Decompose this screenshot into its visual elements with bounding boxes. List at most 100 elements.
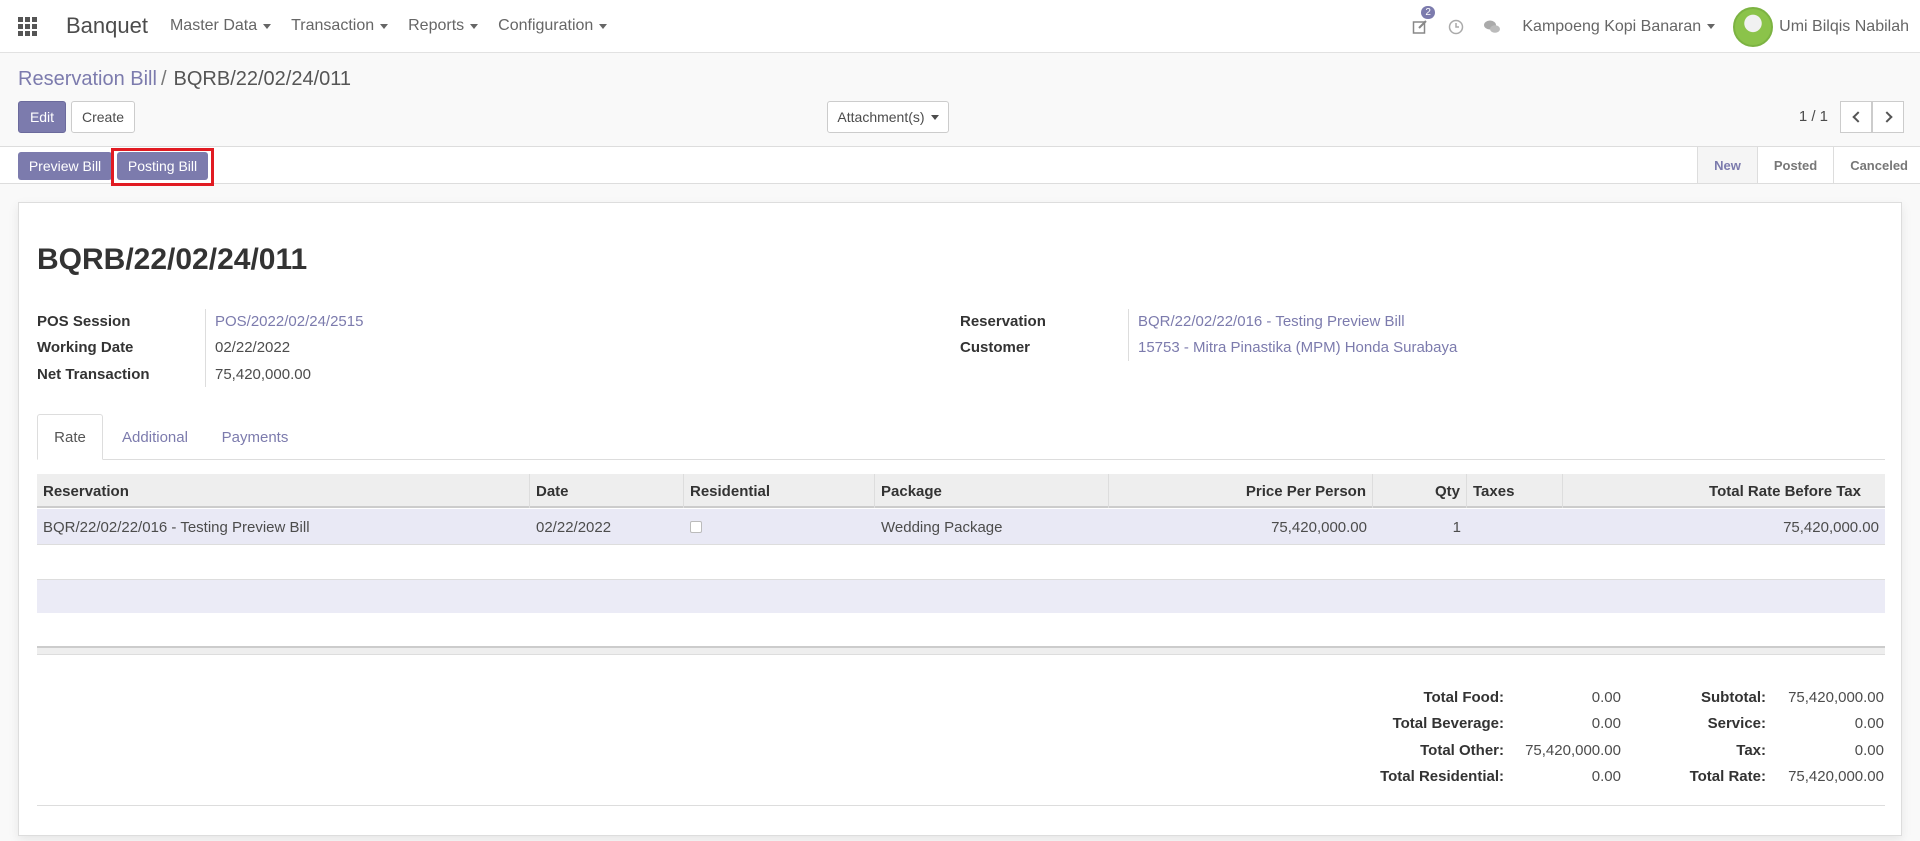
- status-bar: Preview Bill Posting Bill New Posted Can…: [0, 146, 1920, 186]
- total-food-label: Total Food:: [1423, 689, 1504, 706]
- preview-bill-button[interactable]: Preview Bill: [18, 152, 112, 180]
- top-navbar: Banquet Master Data Transaction Reports …: [0, 0, 1920, 53]
- residential-checkbox: [690, 521, 702, 533]
- menu-reports[interactable]: Reports: [408, 17, 479, 35]
- table-header: Reservation Date Residential Package Pri…: [37, 474, 1885, 508]
- breadcrumb: Reservation Bill / BQRB/22/02/24/011: [18, 68, 351, 91]
- reservation-link[interactable]: BQR/22/02/22/016 - Testing Preview Bill: [1138, 313, 1405, 330]
- pager-previous-button[interactable]: [1840, 101, 1872, 133]
- field-divider: [1128, 309, 1129, 361]
- chevron-right-icon: [1880, 111, 1893, 123]
- company-switcher[interactable]: Kampoeng Kopi Banaran: [1522, 17, 1716, 36]
- pos-session-label: POS Session: [37, 313, 131, 330]
- caret-down-icon: [599, 23, 608, 29]
- menu-configuration[interactable]: Configuration: [498, 17, 608, 35]
- create-button[interactable]: Create: [71, 101, 135, 133]
- menu-label: Transaction: [291, 17, 375, 34]
- total-other-value: 75,420,000.00: [1525, 742, 1621, 759]
- activity-badge: 2: [1421, 6, 1435, 19]
- stage-posted[interactable]: Posted: [1756, 147, 1833, 183]
- table-row[interactable]: BQR/22/02/22/016 - Testing Preview Bill …: [37, 509, 1885, 545]
- reservation-label: Reservation: [960, 313, 1046, 330]
- caret-down-icon: [380, 23, 389, 29]
- menu-label: Reports: [408, 17, 465, 34]
- cell-package: Wedding Package: [881, 518, 1003, 536]
- control-panel: Reservation Bill / BQRB/22/02/24/011 Edit …: [0, 54, 1920, 146]
- total-beverage-label: Total Beverage:: [1392, 715, 1504, 732]
- empty-table-row: [37, 579, 1885, 613]
- apps-menu-icon[interactable]: [0, 0, 54, 53]
- net-transaction-value: 75,420,000.00: [215, 366, 311, 383]
- cell-residential: [684, 509, 875, 545]
- record-title: BQRB/22/02/24/011: [37, 243, 308, 276]
- tab-payments[interactable]: Payments: [207, 414, 303, 460]
- column-header[interactable]: Residential: [684, 474, 875, 508]
- total-beverage-value: 0.00: [1591, 715, 1621, 732]
- column-header[interactable]: Qty: [1373, 474, 1467, 508]
- total-food-value: 0.00: [1591, 689, 1621, 706]
- total-rate-value: 75,420,000.00: [1788, 768, 1884, 785]
- posting-bill-button[interactable]: Posting Bill: [117, 152, 208, 180]
- column-header[interactable]: Reservation: [37, 474, 530, 508]
- subtotal-label: Subtotal:: [1701, 689, 1766, 706]
- attachments-label: Attachment(s): [837, 109, 925, 125]
- tax-value: 0.00: [1854, 742, 1884, 759]
- clock-icon[interactable]: [1438, 0, 1474, 53]
- menu-transaction[interactable]: Transaction: [291, 17, 389, 35]
- cell-reservation: BQR/22/02/22/016 - Testing Preview Bill: [43, 518, 310, 536]
- stage-canceled[interactable]: Canceled: [1833, 147, 1920, 183]
- total-other-label: Total Other:: [1420, 742, 1504, 759]
- notebook-tabs: Rate Additional Payments: [37, 414, 1885, 460]
- chat-icon[interactable]: [1474, 0, 1510, 53]
- menu-master-data[interactable]: Master Data: [169, 17, 272, 35]
- tab-additional[interactable]: Additional: [107, 414, 203, 460]
- cell-date: 02/22/2022: [536, 518, 612, 536]
- service-value: 0.00: [1854, 715, 1884, 732]
- field-divider: [205, 309, 206, 387]
- activity-edit-icon[interactable]: 2: [1402, 0, 1438, 53]
- app-brand: Banquet: [66, 13, 148, 38]
- total-rate-label: Total Rate:: [1689, 768, 1766, 785]
- pager-next-button[interactable]: [1872, 101, 1904, 133]
- user-avatar[interactable]: [1733, 6, 1774, 47]
- net-transaction-label: Net Transaction: [37, 366, 150, 383]
- customer-label: Customer: [960, 339, 1031, 356]
- total-residential-label: Total Residential:: [1380, 768, 1504, 785]
- total-residential-value: 0.00: [1591, 768, 1621, 785]
- user-menu[interactable]: Umi Bilqis Nabilah: [1779, 18, 1909, 36]
- cell-qty: 1: [1452, 518, 1461, 536]
- breadcrumb-parent[interactable]: Reservation Bill: [18, 68, 157, 90]
- stage-new: New: [1697, 147, 1757, 183]
- column-header[interactable]: Taxes: [1467, 474, 1563, 508]
- cell-total-rate: 75,420,000.00: [1783, 518, 1879, 536]
- status-stages: New Posted Canceled: [1697, 147, 1920, 183]
- breadcrumb-separator: /: [160, 68, 167, 90]
- column-header[interactable]: Date: [530, 474, 684, 508]
- edit-button[interactable]: Edit: [18, 101, 66, 133]
- column-header[interactable]: Package: [875, 474, 1109, 508]
- table-footer: [37, 646, 1885, 655]
- pager-value[interactable]: 1 / 1: [1799, 108, 1828, 125]
- breadcrumb-current: BQRB/22/02/24/011: [173, 68, 352, 90]
- menu-label: Configuration: [498, 17, 594, 34]
- caret-down-icon: [1707, 24, 1716, 29]
- customer-link[interactable]: 15753 - Mitra Pinastika (MPM) Honda Sura…: [1138, 339, 1457, 356]
- caret-down-icon: [470, 23, 479, 29]
- pos-session-link[interactable]: POS/2022/02/24/2515: [215, 313, 363, 330]
- column-header[interactable]: Total Rate Before Tax: [1563, 474, 1867, 508]
- sheet-divider: [37, 805, 1885, 806]
- working-date-value: 02/22/2022: [215, 339, 291, 356]
- chevron-left-icon: [1851, 111, 1864, 123]
- attachments-dropdown[interactable]: Attachment(s): [827, 101, 949, 133]
- caret-down-icon: [263, 23, 272, 29]
- company-name: Kampoeng Kopi Banaran: [1522, 17, 1702, 35]
- column-header[interactable]: Price Per Person: [1109, 474, 1373, 508]
- form-sheet: BQRB/22/02/24/011 POS Session POS/2022/0…: [18, 202, 1902, 836]
- cell-taxes: [1467, 509, 1563, 545]
- cell-price-per-person: 75,420,000.00: [1271, 518, 1367, 536]
- tax-label: Tax:: [1736, 742, 1766, 759]
- menu-label: Master Data: [169, 17, 258, 34]
- caret-down-icon: [930, 114, 939, 120]
- subtotal-value: 75,420,000.00: [1788, 689, 1884, 706]
- tab-rate[interactable]: Rate: [37, 414, 103, 460]
